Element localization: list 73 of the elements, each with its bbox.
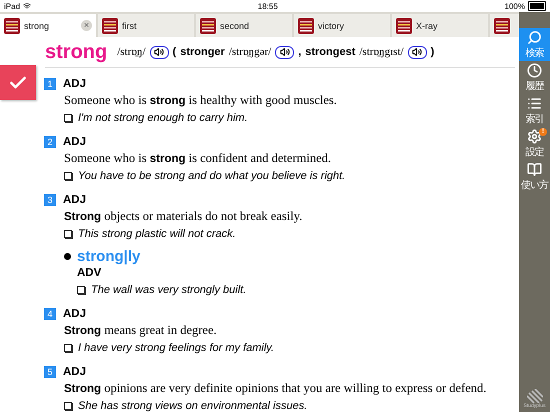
definition: Strong objects or materials do not break easily. xyxy=(64,208,304,225)
headword: strong xyxy=(45,40,108,64)
example-sentence: This strong plastic will not crack. xyxy=(78,228,236,240)
example-marker xyxy=(64,402,72,410)
tab[interactable]: first xyxy=(98,14,194,37)
clock-icon xyxy=(527,63,542,78)
tab[interactable]: X-ray xyxy=(392,14,488,37)
derived-word: strong|ly xyxy=(77,248,140,265)
example-marker xyxy=(77,286,85,294)
close-button[interactable]: × xyxy=(81,20,92,31)
comma: , xyxy=(298,46,302,58)
tab[interactable]: victory xyxy=(294,14,390,37)
part-of-speech: ADJ xyxy=(63,366,86,378)
tab[interactable]: strong × xyxy=(0,14,96,37)
example-marker xyxy=(64,230,72,238)
part-of-speech: ADJ xyxy=(63,194,86,206)
battery-icon xyxy=(528,1,546,11)
part-of-speech: ADV xyxy=(77,266,102,281)
speaker-icon xyxy=(154,47,164,57)
part-of-speech: ADJ xyxy=(63,136,86,148)
sense-number: 1 xyxy=(44,78,56,90)
clock-time: 18:55 xyxy=(258,2,278,10)
definition: Strong means great in degree. xyxy=(64,322,218,339)
inflected-form: strongest xyxy=(305,46,356,58)
inflected-form: stronger xyxy=(180,46,225,58)
definition: Someone who is strong is confident and determined. xyxy=(64,150,332,167)
audio-button[interactable] xyxy=(408,46,427,58)
sense-number: 3 xyxy=(44,194,56,206)
definition: Strong opinions are very definite opinions that you are willing to express or defend. xyxy=(64,380,488,397)
logo-icon xyxy=(526,389,542,403)
bracket: ) xyxy=(430,46,434,58)
audio-button[interactable] xyxy=(275,46,294,58)
sidebar-item[interactable]: 索引 xyxy=(519,94,550,127)
list-icon xyxy=(527,96,542,111)
example-marker xyxy=(64,344,72,352)
dictionary-icon xyxy=(494,18,510,34)
example-sentence: I have very strong feelings for my family. xyxy=(78,342,274,354)
settings-icon xyxy=(527,129,542,144)
battery-percent: 100% xyxy=(504,2,525,10)
example-sentence: The wall was very strongly built. xyxy=(91,284,246,296)
example-marker xyxy=(64,114,72,122)
sidebar-item[interactable]: 検索 xyxy=(519,28,550,61)
sidebar-item[interactable]: 履歴 xyxy=(519,61,550,94)
sense-number: 4 xyxy=(44,308,56,320)
bracket: ( xyxy=(172,46,176,58)
example-sentence: I'm not strong enough to carry him. xyxy=(78,112,248,124)
pronunciation: /strɒ̱ŋ/ xyxy=(117,46,146,58)
dictionary-icon xyxy=(200,18,216,34)
part-of-speech: ADJ xyxy=(63,308,86,320)
bullet xyxy=(64,253,71,260)
check-button[interactable] xyxy=(0,65,36,100)
example-sentence: You have to be strong and do what you believe is right. xyxy=(78,170,346,182)
speaker-icon xyxy=(280,47,290,57)
dictionary-icon xyxy=(396,18,412,34)
definition: Someone who is strong is healthy with good muscles. xyxy=(64,92,338,109)
pronunciation: /strɒ̱ŋgɪst/ xyxy=(359,46,404,58)
sense-number: 5 xyxy=(44,366,56,378)
sense-number: 2 xyxy=(44,136,56,148)
speaker-icon xyxy=(412,47,422,57)
dictionary-icon xyxy=(298,18,314,34)
sidebar-item[interactable]: 使い方 xyxy=(519,160,550,193)
audio-button[interactable] xyxy=(150,46,169,58)
pronunciation: /strɒ̱ŋgər/ xyxy=(228,46,272,58)
dictionary-icon xyxy=(102,18,118,34)
book-icon xyxy=(527,162,542,177)
example-sentence: She has strong views on environmental issues. xyxy=(78,400,308,412)
search-icon xyxy=(527,30,542,45)
tab[interactable]: second xyxy=(196,14,292,37)
example-marker xyxy=(64,172,72,180)
dictionary-icon xyxy=(4,18,20,34)
wifi-icon xyxy=(23,2,32,10)
device-name: iPad xyxy=(4,2,20,10)
part-of-speech: ADJ xyxy=(63,78,86,90)
